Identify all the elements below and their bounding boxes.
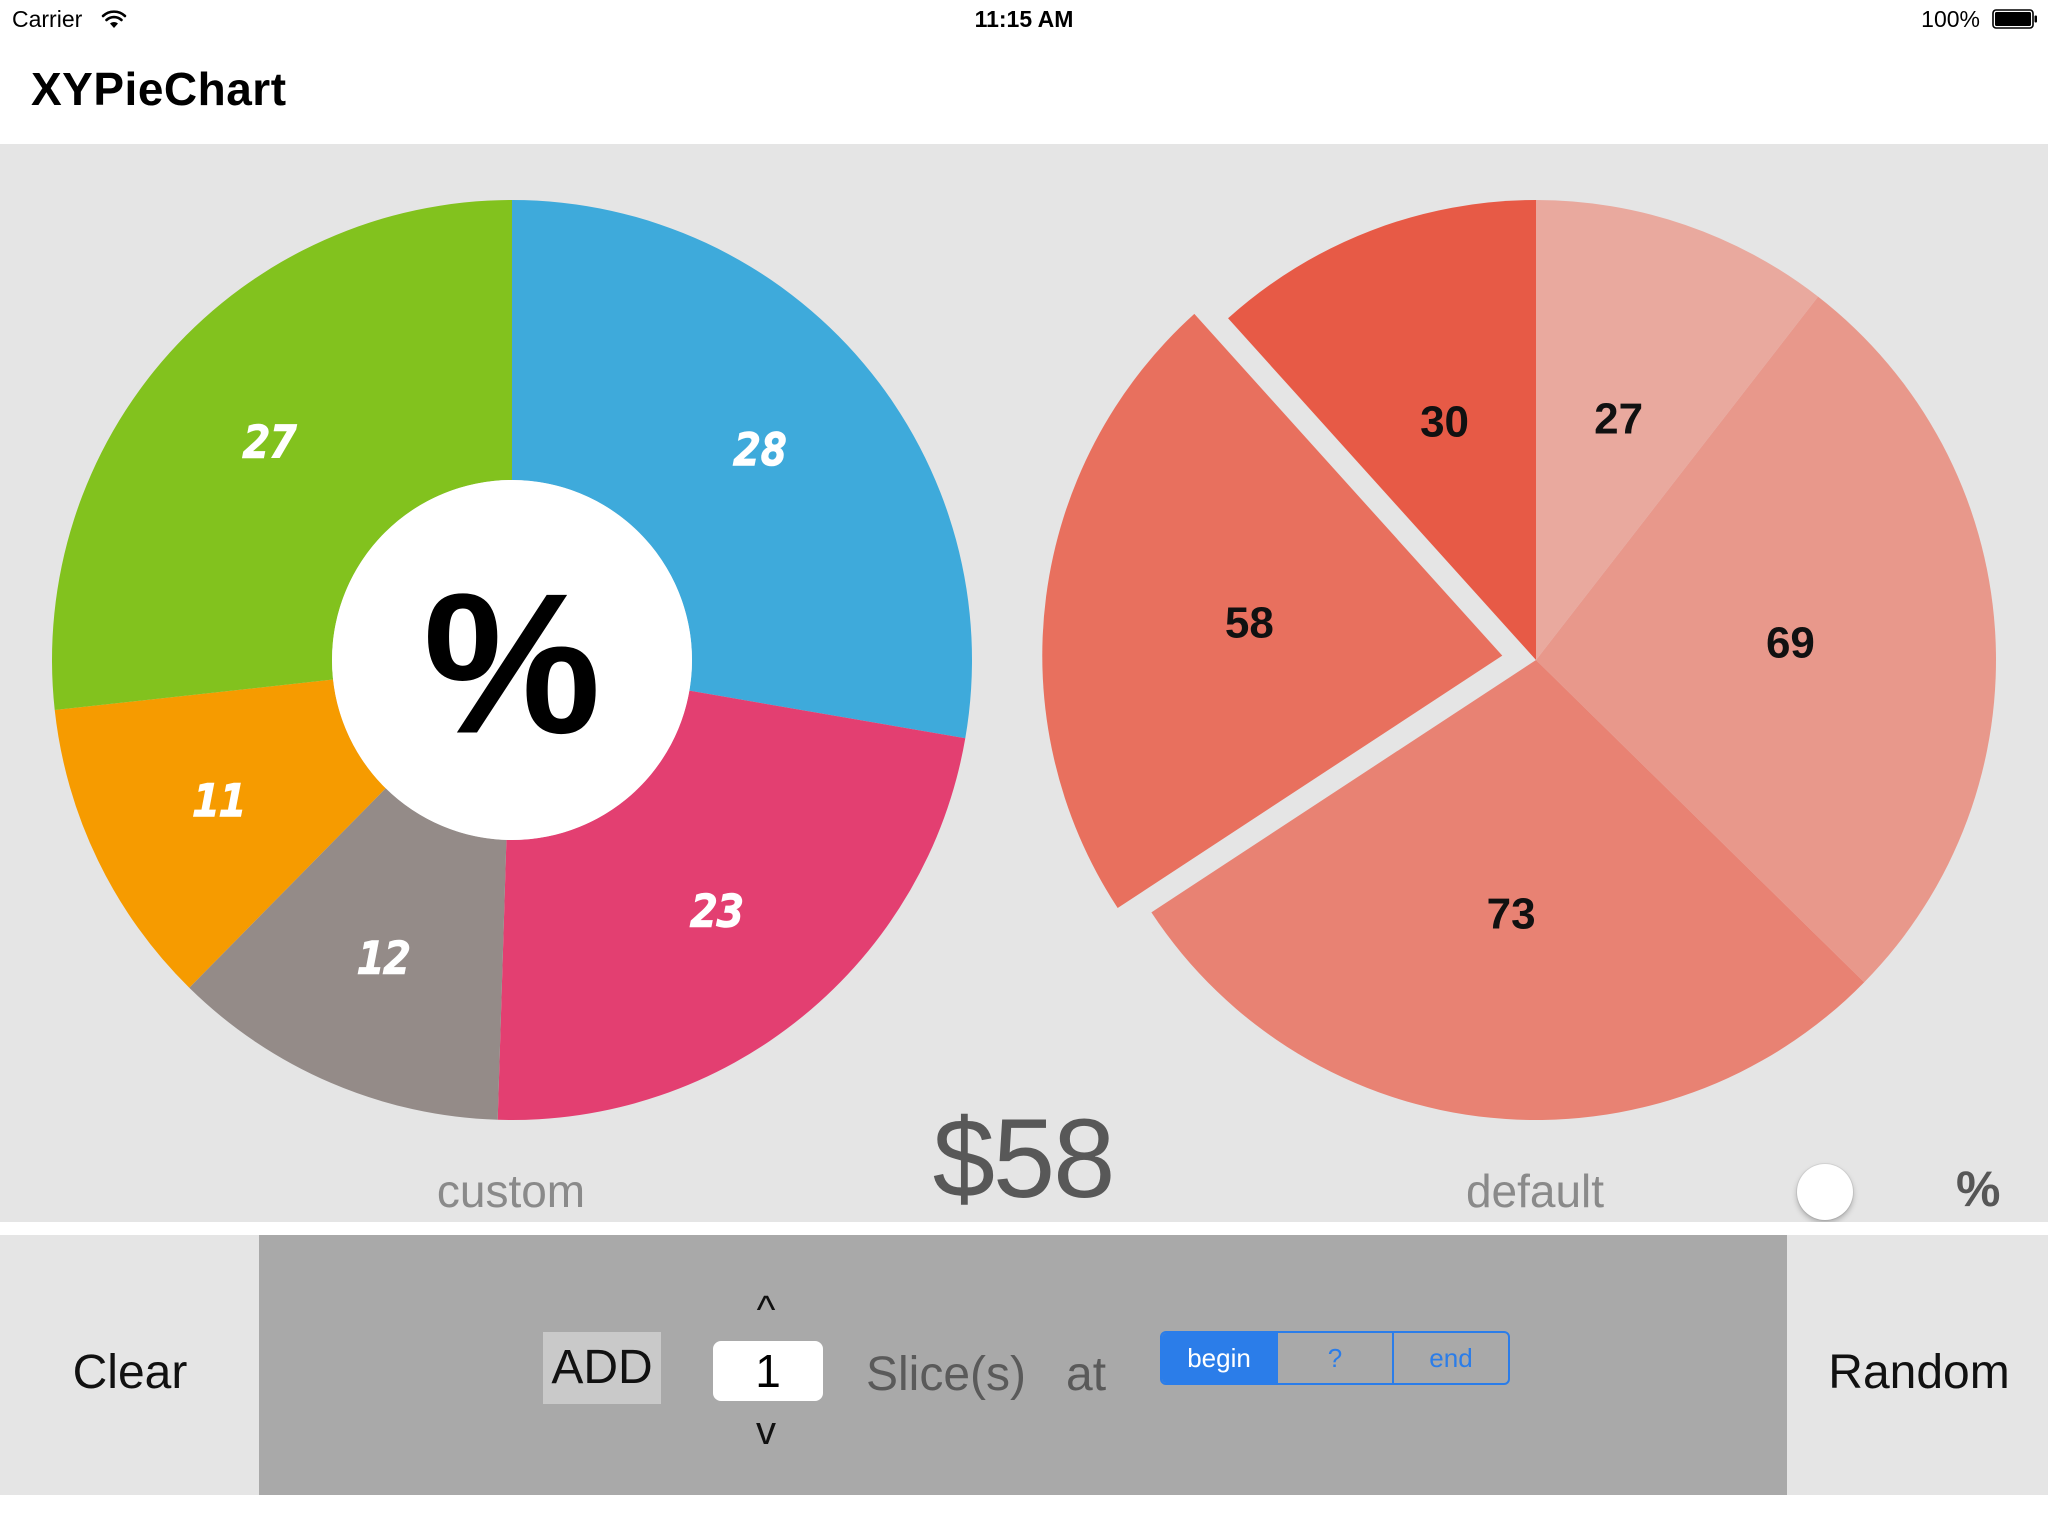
status-bar: Carrier 11:15 AM 100% <box>0 0 2048 40</box>
default-slice-label: 27 <box>1594 394 1643 443</box>
position-segmented-control[interactable]: begin ? end <box>1160 1331 1510 1385</box>
default-slice-label: 30 <box>1420 397 1469 446</box>
segment-random[interactable]: ? <box>1276 1333 1392 1383</box>
percentage-label: % <box>1956 1161 2001 1217</box>
at-label: at <box>1066 1348 1107 1401</box>
random-button[interactable]: Random <box>1790 1345 2048 1400</box>
default-slice-label: 73 <box>1487 889 1536 938</box>
pie-charts: 28 23 12 11 27% 27 69 73 58 30 <box>51 200 1996 1120</box>
custom-slice-label: 27 <box>243 418 297 469</box>
donut-center-label: % <box>423 553 601 776</box>
battery-icon <box>1992 9 2037 29</box>
custom-slice-label: 12 <box>358 933 411 984</box>
clear-button[interactable]: Clear <box>30 1345 230 1400</box>
navigation-bar: XYPieChart <box>0 40 2048 144</box>
divider <box>0 1222 2048 1235</box>
default-slice-label: 58 <box>1225 599 1274 648</box>
custom-pie-chart[interactable]: 28 23 12 11 27% <box>51 200 972 1120</box>
segment-end[interactable]: end <box>1392 1333 1508 1383</box>
stepper-decrement-button[interactable]: v <box>746 1409 786 1454</box>
segment-begin[interactable]: begin <box>1162 1333 1276 1383</box>
default-pie-chart[interactable]: 27 69 73 58 30 <box>1042 200 1996 1120</box>
default-chart-caption: default <box>1465 1165 1605 1217</box>
page-title: XYPieChart <box>31 63 287 115</box>
clock: 11:15 AM <box>974 6 1074 32</box>
slices-label: Slice(s) <box>866 1348 1027 1401</box>
custom-chart-caption: custom <box>436 1165 586 1217</box>
add-button[interactable]: ADD <box>543 1332 661 1404</box>
percentage-toggle[interactable] <box>1797 1164 1853 1220</box>
chart-panel: 28 23 12 11 27% 27 69 73 58 30 custom $58 defaul… <box>0 144 2048 1222</box>
bottom-toolbar: Clear ADD ^ 1 v Slice(s) at begin ? end … <box>0 1235 2048 1495</box>
stepper-increment-button[interactable]: ^ <box>746 1288 786 1333</box>
custom-slice-label: 11 <box>193 776 246 827</box>
battery-percent: 100% <box>1921 6 1980 32</box>
selected-slice-value: $58 <box>932 1096 1116 1221</box>
slice-count-field[interactable]: 1 <box>713 1341 823 1401</box>
custom-slice-label: 23 <box>690 886 744 937</box>
default-slice-label: 69 <box>1766 618 1815 667</box>
custom-slice-label: 28 <box>733 425 787 476</box>
